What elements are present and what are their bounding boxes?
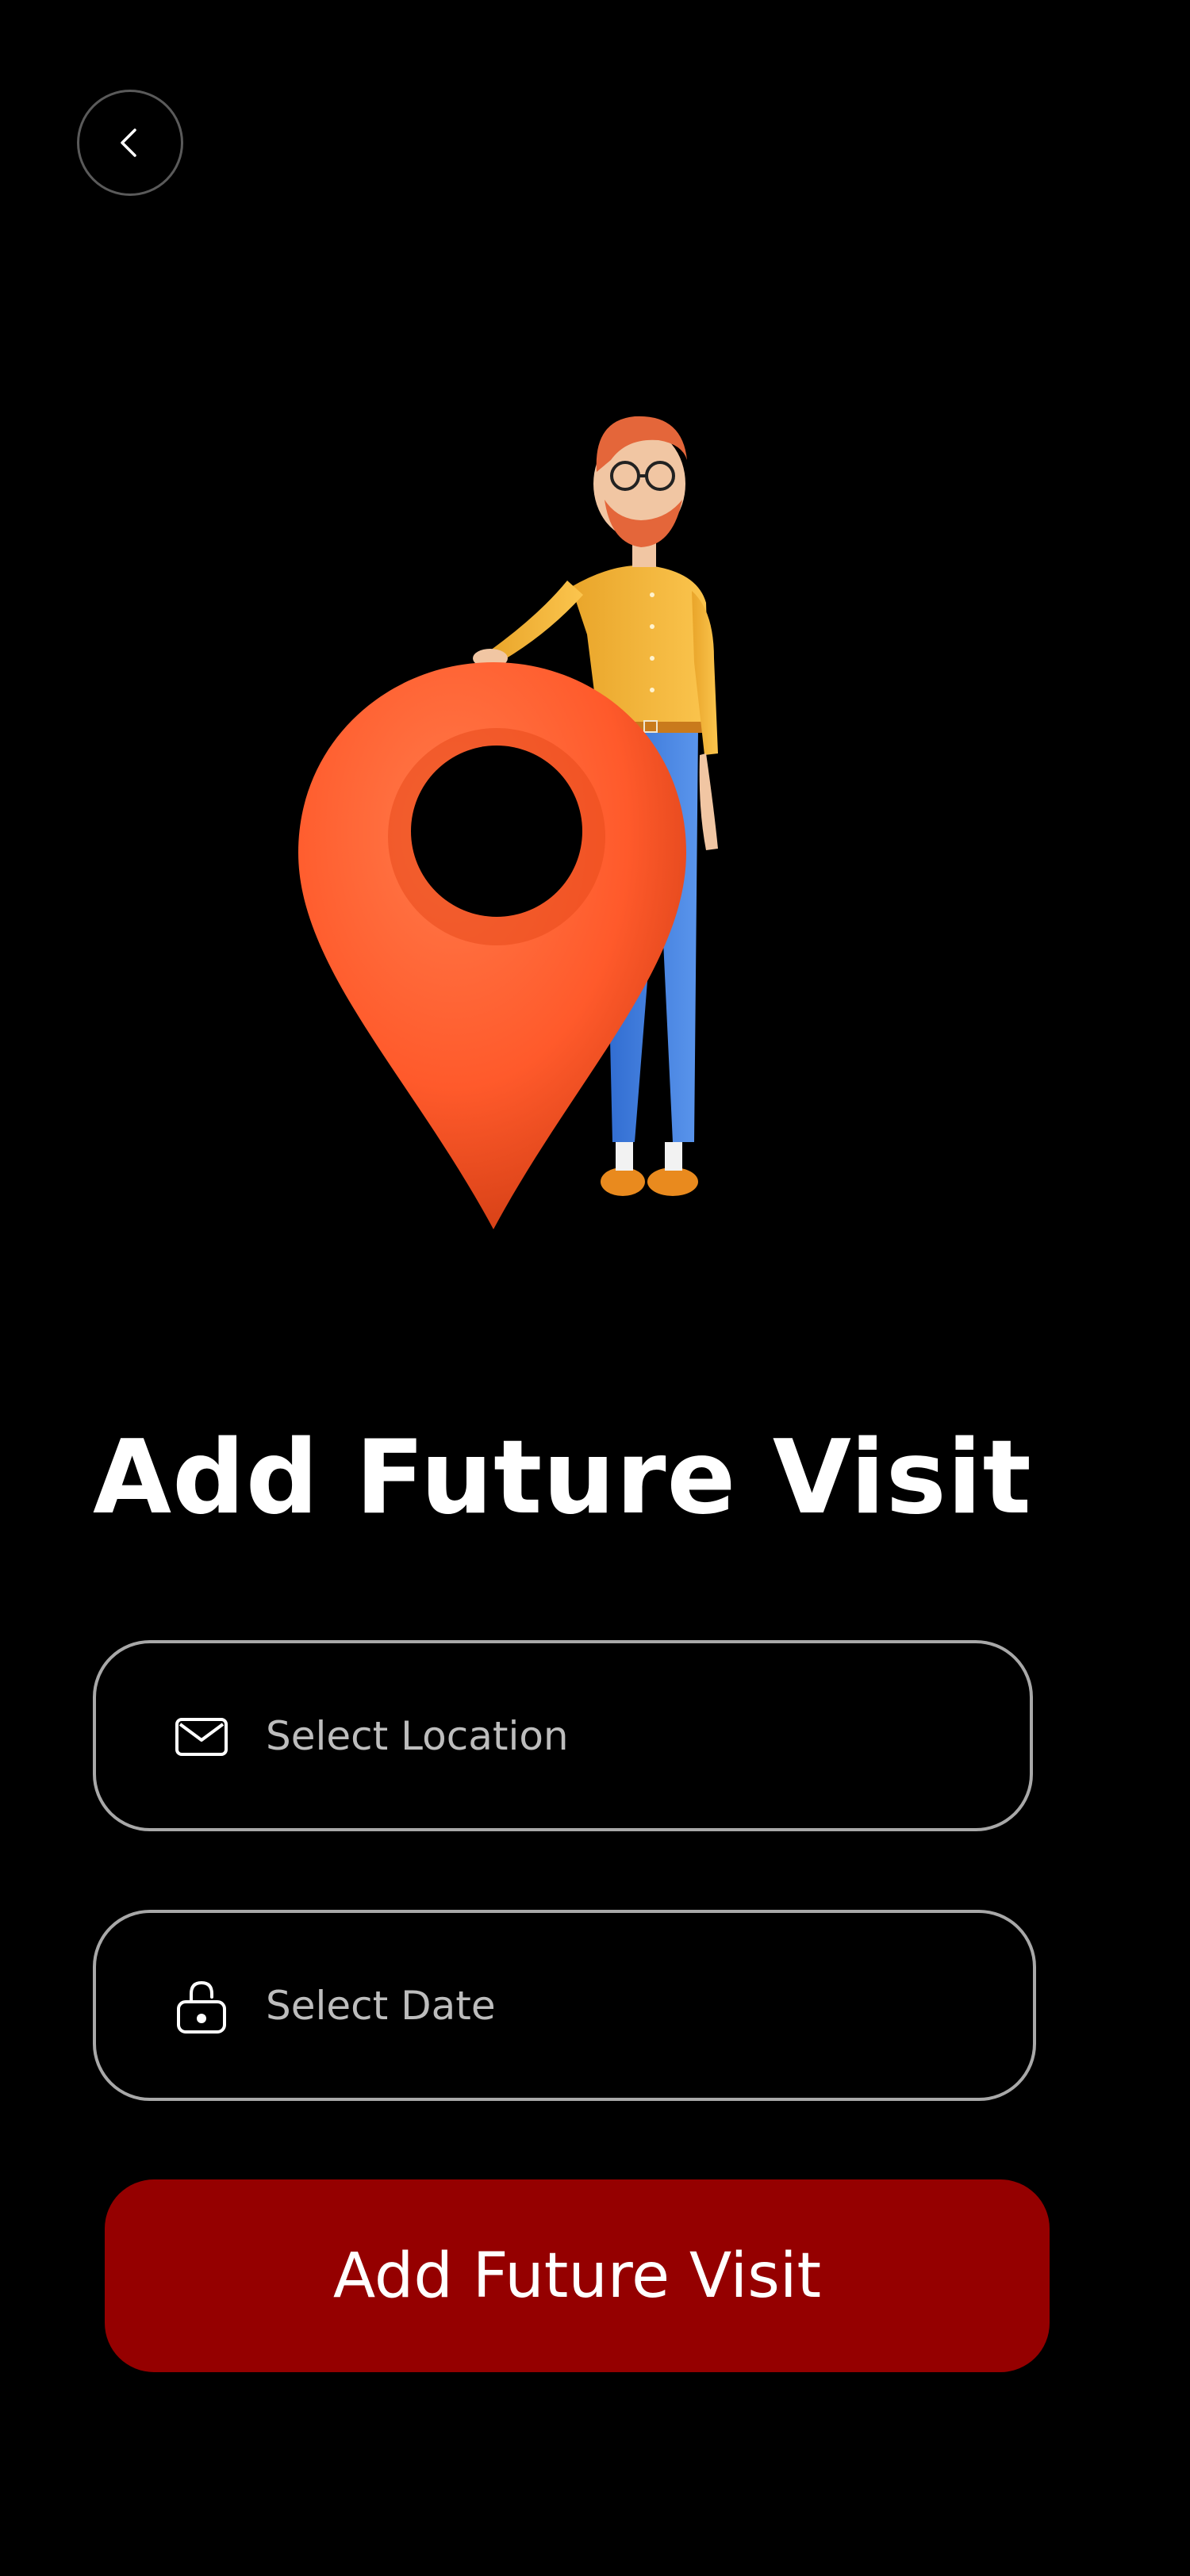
- chevron-left-icon: [121, 128, 136, 157]
- lock-icon: [173, 1977, 230, 2034]
- person-with-location-pin-illustration: [298, 416, 718, 1229]
- page-title: Add Future Visit: [93, 1419, 1032, 1537]
- location-field[interactable]: [93, 1640, 1033, 1831]
- date-field[interactable]: [93, 1910, 1036, 2101]
- add-future-visit-button[interactable]: Add Future Visit: [105, 2179, 1050, 2372]
- hero-illustration: [286, 397, 762, 1245]
- back-button[interactable]: [77, 90, 183, 196]
- date-input[interactable]: [264, 1965, 981, 2046]
- envelope-icon: [173, 1708, 230, 1765]
- location-input[interactable]: [264, 1695, 981, 1777]
